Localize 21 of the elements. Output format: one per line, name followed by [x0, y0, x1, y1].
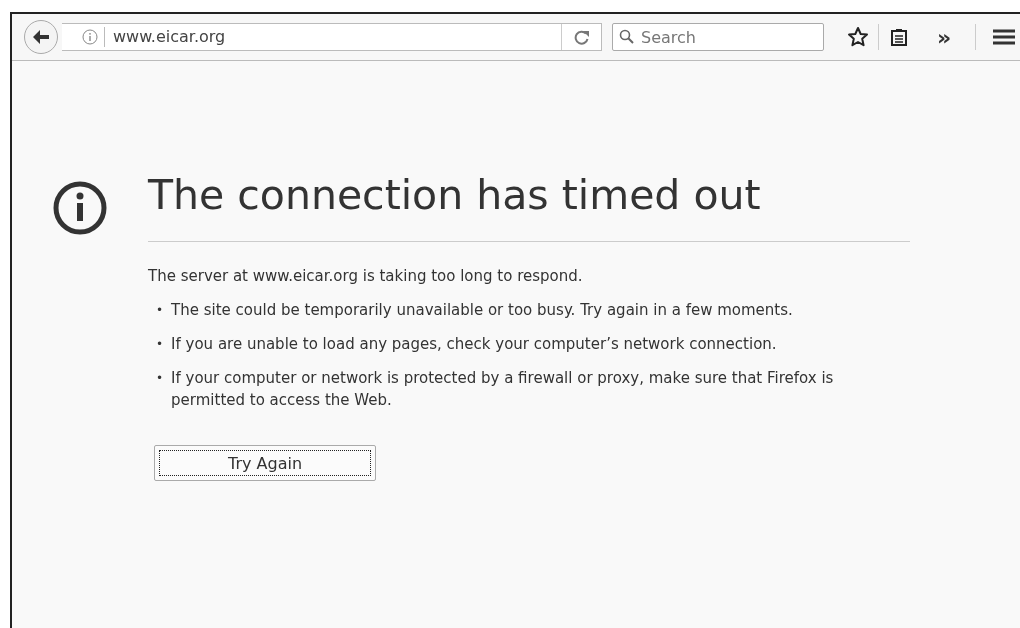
back-button[interactable] — [24, 20, 58, 54]
suggestion-item: If you are unable to load any pages, check your computer’s network connection. — [171, 334, 777, 355]
url-text: www.eicar.org — [104, 27, 561, 47]
reload-icon — [573, 29, 590, 45]
error-description: The server at www.eicar.org is taking too long to respond. — [148, 267, 584, 285]
bullet-marker: • — [156, 302, 164, 319]
try-again-button[interactable]: Try Again — [154, 445, 376, 481]
error-title: The connection has timed out — [148, 171, 910, 242]
menu-icon — [993, 28, 1016, 46]
info-icon — [53, 181, 107, 235]
bullet-marker: • — [156, 336, 164, 353]
bullet-marker: • — [156, 370, 164, 387]
clipboard-icon — [890, 27, 908, 47]
suggestion-item: If your computer or network is protected by a firewall or proxy, make sure that Firefox is permitted to access the Web. — [171, 368, 835, 411]
info-icon — [82, 29, 98, 45]
suggestion-item: The site could be temporarily unavailable or too busy. Try again in a few moments. — [171, 300, 793, 321]
star-icon — [847, 26, 869, 48]
overflow-button[interactable]: » — [927, 24, 962, 50]
back-arrow-icon — [32, 29, 50, 45]
url-bar[interactable]: www.eicar.org — [62, 23, 602, 51]
search-field[interactable]: Search — [612, 23, 824, 51]
